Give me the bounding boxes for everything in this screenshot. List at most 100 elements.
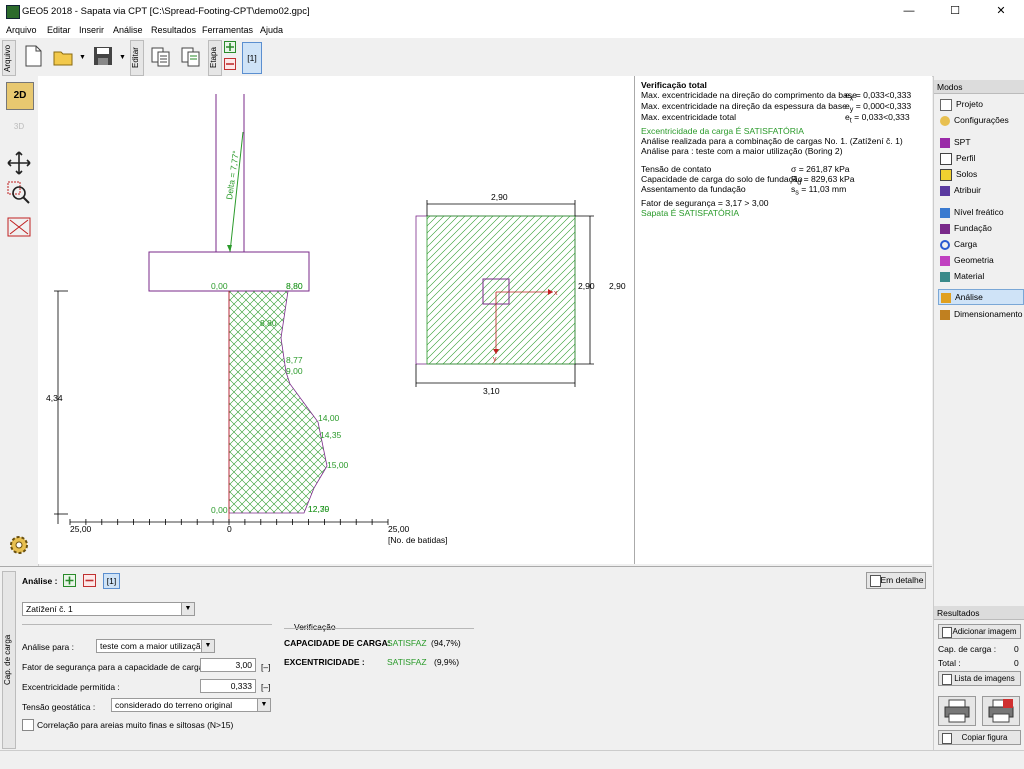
bearing-images-label: Cap. de carga : bbox=[938, 644, 997, 654]
menu-ajuda[interactable]: Ajuda bbox=[260, 25, 283, 35]
remove-stage-icon[interactable] bbox=[224, 58, 236, 70]
menu-ferramentas[interactable]: Ferramentas bbox=[202, 25, 253, 35]
axis-tick-label: 0 bbox=[227, 524, 232, 534]
print-button[interactable] bbox=[938, 696, 976, 726]
footing-ok-text: Sapata É SATISFATÓRIA bbox=[641, 208, 740, 218]
analysis-for-select[interactable]: teste com a maior utilização ▼ bbox=[96, 639, 215, 653]
load-arrow-head bbox=[227, 245, 232, 252]
close-button[interactable]: ✕ bbox=[978, 0, 1024, 22]
add-image-button[interactable]: Adicionar imagem bbox=[938, 624, 1021, 639]
settlement-label: Assentamento da fundação bbox=[641, 184, 746, 194]
image-list-button[interactable]: Lista de imagens bbox=[938, 671, 1021, 686]
water-table-icon bbox=[940, 207, 950, 218]
maximize-button[interactable]: ☐ bbox=[932, 0, 978, 22]
contact-stress-label: Tensão de contato bbox=[641, 164, 712, 174]
tab-cap-de-carga[interactable]: Cap. de carga bbox=[2, 571, 16, 749]
remove-analysis-icon[interactable] bbox=[83, 574, 96, 587]
minimize-button[interactable]: — bbox=[886, 0, 932, 22]
mode-configuracoes[interactable]: Configurações bbox=[940, 113, 1022, 127]
bottom-zero-label: 0,00 bbox=[211, 505, 228, 515]
chevron-down-icon: ▼ bbox=[181, 603, 194, 615]
tab-etapa[interactable]: Etapa bbox=[208, 40, 222, 76]
mode-atribuir[interactable]: Atribuir bbox=[940, 183, 1022, 197]
save-icon[interactable] bbox=[92, 44, 114, 68]
save-dropdown-icon[interactable]: ▼ bbox=[119, 54, 126, 61]
tab-arquivo[interactable]: Arquivo bbox=[2, 40, 16, 76]
profile-label: 15,00 bbox=[327, 460, 349, 470]
assign-icon bbox=[940, 185, 950, 196]
analysis-frame: Cap. de carga Análise : [1] Em detalhe Z… bbox=[0, 566, 932, 751]
copy-data-icon[interactable] bbox=[150, 44, 172, 68]
correlation-checkbox[interactable] bbox=[22, 719, 34, 731]
total-images-label: Total : bbox=[938, 658, 961, 668]
eccentricity-unit: [–] bbox=[261, 682, 271, 692]
open-dropdown-icon[interactable]: ▼ bbox=[79, 54, 86, 61]
menu-arquivo[interactable]: Arquivo bbox=[6, 25, 37, 35]
profile-label: 12,39 bbox=[308, 504, 330, 514]
eccentricity-input[interactable]: 0,333 bbox=[200, 679, 256, 693]
printer-icon bbox=[944, 699, 970, 723]
copy-figure-button[interactable]: Copiar figura bbox=[938, 730, 1021, 745]
open-folder-icon[interactable] bbox=[52, 44, 74, 68]
correlation-label: Correlação para areias muito finas e sil… bbox=[37, 720, 234, 730]
mode-dimensionamento[interactable]: Dimensionamento bbox=[940, 307, 1023, 321]
mode-geometria[interactable]: Geometria bbox=[940, 253, 1022, 267]
print-export-button[interactable] bbox=[982, 696, 1020, 726]
profile-label: 8,80 bbox=[260, 318, 277, 328]
view-3d-button[interactable]: 3D bbox=[6, 114, 32, 140]
geostatic-stress-select[interactable]: considerado do terreno original ▼ bbox=[111, 698, 271, 712]
add-stage-icon[interactable] bbox=[224, 41, 236, 53]
bearing-capacity-label: Capacidade de carga do solo de fundação bbox=[641, 174, 803, 184]
tab-editar[interactable]: Editar bbox=[130, 40, 144, 76]
zoom-icon[interactable] bbox=[6, 180, 32, 206]
mode-perfil[interactable]: Perfil bbox=[940, 151, 1022, 165]
menu-analise[interactable]: Análise bbox=[113, 25, 143, 35]
profile-icon bbox=[940, 152, 952, 165]
add-analysis-icon[interactable] bbox=[63, 574, 76, 587]
bearing-capacity-check-label: CAPACIDADE DE CARGA: bbox=[284, 638, 391, 648]
mode-analise[interactable]: Análise bbox=[938, 289, 1024, 305]
safety-factor-text: Fator de segurança = 3,17 > 3,00 bbox=[641, 198, 769, 208]
mode-nivel-freatico[interactable]: Nível freático bbox=[940, 205, 1022, 219]
geometry-icon bbox=[940, 255, 950, 266]
results-header: Resultados bbox=[934, 606, 1024, 620]
spt-profile bbox=[228, 290, 328, 514]
paste-data-icon[interactable] bbox=[180, 44, 202, 68]
load-combination-select[interactable]: Zatížení č. 1 ▼ bbox=[22, 602, 195, 616]
mode-fundacao[interactable]: Fundação bbox=[940, 221, 1022, 235]
menu-inserir[interactable]: Inserir bbox=[79, 25, 104, 35]
mode-projeto[interactable]: Projeto bbox=[940, 97, 1022, 111]
view-2d-button[interactable]: 2D bbox=[6, 82, 34, 110]
analysis-icon bbox=[941, 292, 951, 303]
new-file-icon[interactable] bbox=[22, 44, 44, 68]
menu-editar[interactable]: Editar bbox=[47, 25, 71, 35]
ecc-x-label: Max. excentricidade na direção do compri… bbox=[641, 90, 857, 100]
add-image-icon bbox=[942, 627, 952, 638]
pan-icon[interactable] bbox=[6, 150, 32, 176]
analysis-for-text: Análise para : teste com a maior utiliza… bbox=[641, 146, 843, 156]
analysis-1-tab[interactable]: [1] bbox=[103, 573, 120, 589]
bearing-images-count: 0 bbox=[1014, 644, 1019, 654]
mode-spt[interactable]: SPT bbox=[940, 135, 1022, 149]
depth-label: 4,34 bbox=[46, 393, 63, 403]
drawing-canvas[interactable]: Delta = 7,77° 0,00 0,00 8,80 8,80 8,80 8… bbox=[38, 76, 635, 564]
menu-resultados[interactable]: Resultados bbox=[151, 25, 196, 35]
safety-factor-input[interactable]: 3,00 bbox=[200, 658, 256, 672]
image-list-icon bbox=[942, 674, 952, 685]
profile-label: 8,80 bbox=[286, 281, 303, 291]
results-panel: Verificação total Max. excentricidade na… bbox=[635, 76, 932, 564]
contact-stress-value: σ = 261,87 kPa bbox=[791, 164, 850, 174]
mode-carga[interactable]: Carga bbox=[940, 237, 1022, 251]
spt-icon bbox=[940, 137, 950, 148]
plan-dim-right-inner-label: 2,90 bbox=[578, 281, 595, 291]
dimensioning-icon bbox=[940, 309, 950, 320]
mode-solos[interactable]: Solos bbox=[940, 167, 1022, 181]
settings-gear-icon[interactable] bbox=[6, 532, 32, 558]
fit-view-icon[interactable] bbox=[6, 214, 32, 240]
printer-export-icon bbox=[988, 699, 1014, 723]
mode-material[interactable]: Material bbox=[940, 269, 1022, 283]
stage-1-tab[interactable]: [1] bbox=[242, 42, 262, 74]
details-button[interactable]: Em detalhe bbox=[866, 572, 926, 589]
plan-dim-top-label: 2,90 bbox=[491, 192, 508, 202]
plan-dim-right-outer-label: 2,90 bbox=[609, 281, 626, 291]
